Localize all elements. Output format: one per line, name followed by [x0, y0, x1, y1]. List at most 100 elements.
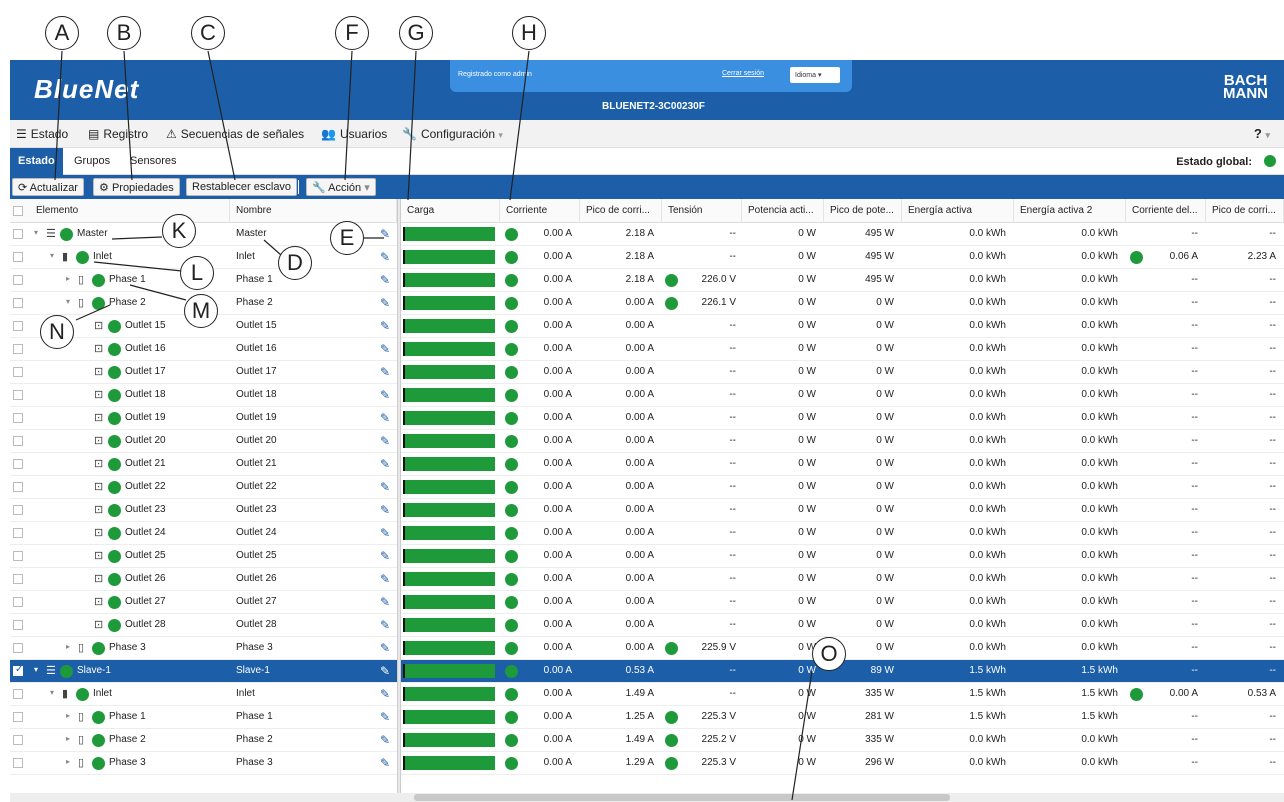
edit-icon[interactable]: ✎ [380, 250, 390, 264]
edit-icon[interactable]: ✎ [380, 227, 390, 241]
row-checkbox[interactable] [13, 298, 23, 308]
row-checkbox[interactable] [13, 735, 23, 745]
row-checkbox[interactable] [13, 758, 23, 768]
expand-toggle-icon[interactable]: ▸ [66, 734, 70, 743]
menu-estado[interactable]: ☰ Estado [16, 127, 68, 141]
edit-icon[interactable]: ✎ [380, 457, 390, 471]
expand-toggle-icon[interactable]: ▾ [66, 297, 70, 306]
edit-icon[interactable]: ✎ [380, 710, 390, 724]
help-icon[interactable]: ? ▾ [1254, 126, 1270, 141]
edit-icon[interactable]: ✎ [380, 388, 390, 402]
edit-icon[interactable]: ✎ [380, 572, 390, 586]
column-header-nombre[interactable]: Nombre [230, 199, 397, 223]
row-checkbox[interactable] [13, 551, 23, 561]
table-row[interactable]: ⊡ Outlet 16 Outlet 16 ✎ 0.00 A 0.00 A -- 0 W 0 W… [10, 338, 1284, 361]
tab-grupos[interactable]: Grupos [66, 148, 118, 175]
row-checkbox[interactable] [13, 712, 23, 722]
select-all-checkbox[interactable] [13, 206, 23, 216]
row-checkbox[interactable] [13, 459, 23, 469]
table-row[interactable]: ⊡ Outlet 21 Outlet 21 ✎ 0.00 A 0.00 A -- 0 W 0 W… [10, 453, 1284, 476]
table-row[interactable]: ⊡ Outlet 17 Outlet 17 ✎ 0.00 A 0.00 A -- 0 W 0 W… [10, 361, 1284, 384]
expand-toggle-icon[interactable]: ▸ [66, 642, 70, 651]
row-checkbox[interactable] [13, 367, 23, 377]
row-checkbox[interactable] [13, 321, 23, 331]
row-checkbox[interactable] [13, 505, 23, 515]
row-checkbox[interactable] [13, 436, 23, 446]
edit-icon[interactable]: ✎ [380, 687, 390, 701]
column-header-energia-activa-2[interactable]: Energía activa 2 [1014, 199, 1126, 223]
row-checkbox[interactable] [13, 482, 23, 492]
edit-icon[interactable]: ✎ [380, 756, 390, 770]
menu-configuracion[interactable]: 🔧 Configuración ▾ [402, 127, 503, 141]
column-header-pico-potencia[interactable]: Pico de pote... [824, 199, 902, 223]
edit-icon[interactable]: ✎ [380, 733, 390, 747]
edit-icon[interactable]: ✎ [380, 526, 390, 540]
edit-icon[interactable]: ✎ [380, 296, 390, 310]
table-row[interactable]: ⊡ Outlet 22 Outlet 22 ✎ 0.00 A 0.00 A -- 0 W 0 W… [10, 476, 1284, 499]
column-header-energia-activa[interactable]: Energía activa [902, 199, 1014, 223]
table-row[interactable]: ▸ ▯ Phase 3 Phase 3 ✎ 0.00 A 1.29 A 225.3 V 0 W 2… [10, 752, 1284, 775]
table-row[interactable]: ▸ ▯ Phase 2 Phase 2 ✎ 0.00 A 1.49 A 225.2 V 0 W 3… [10, 729, 1284, 752]
action-button[interactable]: 🔧 Acción ▾ [306, 178, 376, 196]
row-checkbox[interactable] [13, 574, 23, 584]
column-header-potencia-activa[interactable]: Potencia acti... [742, 199, 824, 223]
edit-icon[interactable]: ✎ [380, 342, 390, 356]
table-row[interactable]: ▾ ☰ Master Master ✎ 0.00 A 2.18 A -- 0 W 495 W 0.0… [10, 223, 1284, 246]
row-checkbox[interactable] [13, 229, 23, 239]
tab-sensores[interactable]: Sensores [122, 148, 184, 175]
menu-secuencias[interactable]: ⚠ Secuencias de señales [166, 127, 304, 141]
edit-icon[interactable]: ✎ [380, 319, 390, 333]
table-row[interactable]: ▸ ▯ Phase 3 Phase 3 ✎ 0.00 A 0.00 A 225.9 V 0 W 0… [10, 637, 1284, 660]
table-row[interactable]: ⊡ Outlet 23 Outlet 23 ✎ 0.00 A 0.00 A -- 0 W 0 W… [10, 499, 1284, 522]
row-checkbox[interactable] [13, 275, 23, 285]
row-checkbox[interactable] [13, 689, 23, 699]
menu-registro[interactable]: ▤ Registro [88, 127, 148, 141]
table-row[interactable]: ✓ ▾ ☰ Slave-1 Slave-1 ✎ 0.00 A 0.53 A -- 0 W 89 W1… [10, 660, 1284, 683]
row-checkbox[interactable] [13, 390, 23, 400]
expand-toggle-icon[interactable]: ▸ [66, 757, 70, 766]
edit-icon[interactable]: ✎ [380, 480, 390, 494]
edit-icon[interactable]: ✎ [380, 618, 390, 632]
edit-icon[interactable]: ✎ [380, 365, 390, 379]
edit-icon[interactable]: ✎ [380, 434, 390, 448]
row-checkbox[interactable] [13, 413, 23, 423]
column-header-corriente[interactable]: Corriente [500, 199, 580, 223]
scrollbar-thumb[interactable] [414, 794, 950, 801]
edit-icon[interactable]: ✎ [380, 664, 390, 678]
table-row[interactable]: ⊡ Outlet 27 Outlet 27 ✎ 0.00 A 0.00 A -- 0 W 0 W… [10, 591, 1284, 614]
edit-icon[interactable]: ✎ [380, 503, 390, 517]
logout-link[interactable]: Cerrar sesión [722, 70, 764, 77]
column-header-tension[interactable]: Tensión [662, 199, 742, 223]
column-header-corriente-del[interactable]: Corriente del... [1126, 199, 1206, 223]
horizontal-scrollbar[interactable] [10, 793, 1284, 802]
reset-slave-button[interactable]: Restablecer esclavo [186, 178, 298, 196]
table-row[interactable]: ▾ ▮ Inlet Inlet ✎ 0.00 A 1.49 A -- 0 W 335 W 1.5 k… [10, 683, 1284, 706]
edit-icon[interactable]: ✎ [380, 595, 390, 609]
row-checkbox[interactable] [13, 528, 23, 538]
table-row[interactable]: ▸ ▯ Phase 1 Phase 1 ✎ 0.00 A 1.25 A 225.3 V 0 W 2… [10, 706, 1284, 729]
refresh-button[interactable]: ⟳ Actualizar [12, 178, 84, 196]
edit-icon[interactable]: ✎ [380, 411, 390, 425]
expand-toggle-icon[interactable]: ▸ [66, 274, 70, 283]
pane-splitter[interactable] [397, 199, 401, 793]
edit-icon[interactable]: ✎ [380, 549, 390, 563]
table-row[interactable]: ⊡ Outlet 19 Outlet 19 ✎ 0.00 A 0.00 A -- 0 W 0 W… [10, 407, 1284, 430]
row-checkbox[interactable] [13, 643, 23, 653]
menu-usuarios[interactable]: 👥 Usuarios [321, 127, 387, 141]
row-checkbox[interactable]: ✓ [13, 664, 23, 676]
row-checkbox[interactable] [13, 620, 23, 630]
expand-toggle-icon[interactable]: ▾ [34, 228, 38, 237]
table-row[interactable]: ⊡ Outlet 28 Outlet 28 ✎ 0.00 A 0.00 A -- 0 W 0 W… [10, 614, 1284, 637]
table-row[interactable]: ⊡ Outlet 25 Outlet 25 ✎ 0.00 A 0.00 A -- 0 W 0 W… [10, 545, 1284, 568]
column-header-pico-corriente[interactable]: Pico de corri... [580, 199, 662, 223]
language-select[interactable]: Idioma ▾ [790, 67, 840, 83]
tab-estado[interactable]: Estado [10, 148, 63, 175]
expand-toggle-icon[interactable]: ▾ [50, 688, 54, 697]
expand-toggle-icon[interactable]: ▾ [34, 665, 38, 674]
table-row[interactable]: ⊡ Outlet 24 Outlet 24 ✎ 0.00 A 0.00 A -- 0 W 0 W… [10, 522, 1284, 545]
table-row[interactable]: ⊡ Outlet 26 Outlet 26 ✎ 0.00 A 0.00 A -- 0 W 0 W… [10, 568, 1284, 591]
row-checkbox[interactable] [13, 252, 23, 262]
table-row[interactable]: ⊡ Outlet 18 Outlet 18 ✎ 0.00 A 0.00 A -- 0 W 0 W… [10, 384, 1284, 407]
properties-button[interactable]: ⚙ Propiedades [93, 178, 180, 196]
row-checkbox[interactable] [13, 597, 23, 607]
